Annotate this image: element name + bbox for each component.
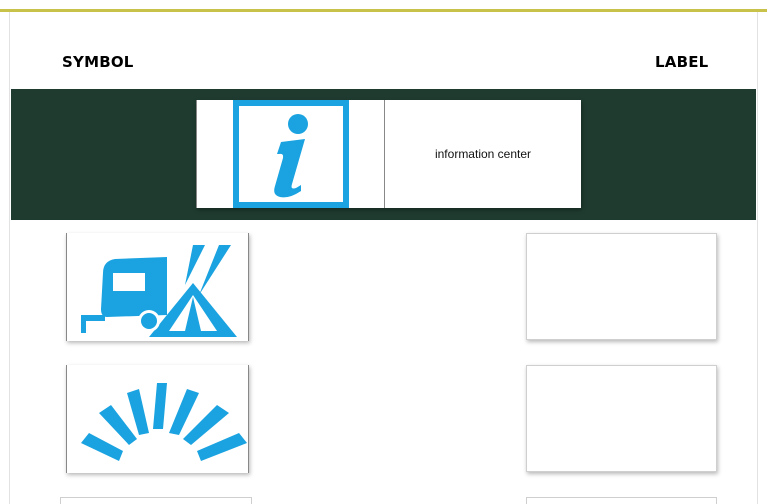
matching-page: SYMBOL LABEL information center [0,0,767,504]
label-drop-slot[interactable] [526,365,717,472]
label-column-header: LABEL [655,53,709,71]
symbol-column-header: SYMBOL [62,53,134,71]
viewpoint-symbol-card[interactable] [66,365,249,473]
matched-pair[interactable]: information center [196,100,581,208]
camping-caravan-tent-icon [81,245,237,337]
top-border [0,9,767,12]
information-icon [233,100,349,208]
right-border [757,12,758,504]
label-drop-slot[interactable] [526,233,717,340]
label-text: information center [434,147,532,161]
information-symbol-card[interactable] [196,100,385,208]
label-drop-slot[interactable] [526,497,717,504]
left-border [9,12,10,504]
information-label-card[interactable]: information center [385,100,581,208]
camping-symbol-card[interactable] [66,233,249,341]
symbol-card[interactable] [60,497,252,504]
viewpoint-icon [81,383,247,461]
